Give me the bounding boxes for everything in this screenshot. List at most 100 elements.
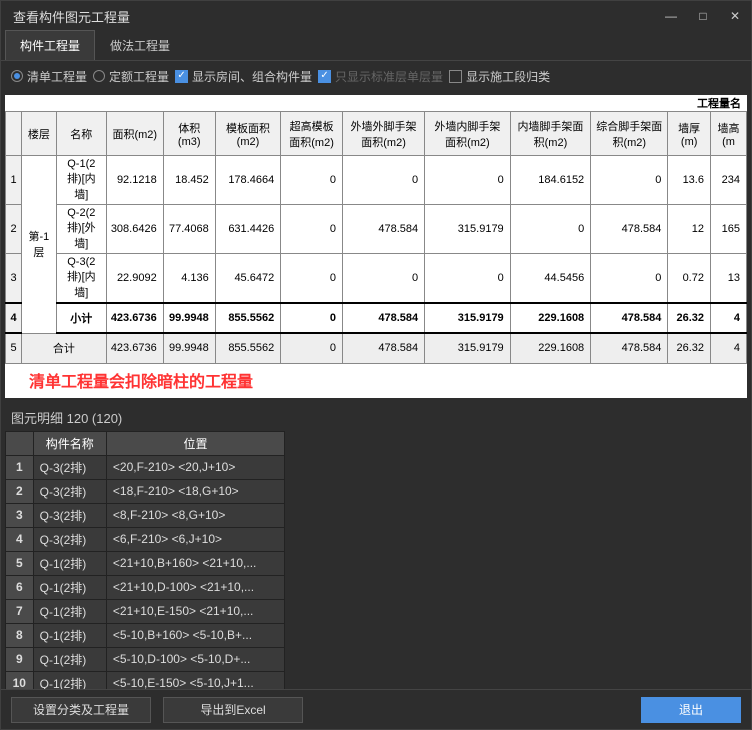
detail-row[interactable]: 1Q-3(2排)<20,F-210> <20,J+10> (6, 455, 285, 479)
val-cell: 77.4068 (163, 205, 215, 254)
val-cell: 0 (425, 254, 511, 304)
val-cell: 13.6 (668, 156, 711, 205)
row-num: 7 (6, 599, 34, 623)
detail-row[interactable]: 2Q-3(2排)<18,F-210> <18,G+10> (6, 479, 285, 503)
checkbox-show-section[interactable]: 显示施工段归类 (449, 68, 550, 85)
val-cell: 45.6472 (215, 254, 280, 304)
pos-cell: <21+10,E-150> <21+10,... (106, 599, 284, 623)
check-icon: ✓ (175, 70, 188, 83)
subtotal-row[interactable]: 4小计423.673699.9948855.55620478.584315.91… (6, 303, 747, 333)
detail-row[interactable]: 8Q-1(2排)<5-10,B+160> <5-10,B+... (6, 623, 285, 647)
val-cell: 308.6426 (106, 205, 163, 254)
name-cell: Q-3(2排)[内墙] (56, 254, 106, 304)
table-row[interactable]: 3Q-3(2排)[内墙]22.90924.13645.647200044.545… (6, 254, 747, 304)
check-icon: ✓ (318, 70, 331, 83)
val-cell: 0.72 (668, 254, 711, 304)
val-cell: 0 (510, 205, 591, 254)
exit-button[interactable]: 退出 (641, 697, 741, 723)
floor-cell: 第-1层 (22, 156, 57, 334)
name-cell: Q-1(2排) (33, 599, 106, 623)
row-num: 8 (6, 623, 34, 647)
val-cell: 0 (281, 205, 343, 254)
val-cell: 184.6152 (510, 156, 591, 205)
row-num: 6 (6, 575, 34, 599)
pos-cell: <5-10,E-150> <5-10,J+1... (106, 671, 284, 689)
export-excel-button[interactable]: 导出到Excel (163, 697, 303, 723)
col-thick: 墙厚(m) (668, 112, 711, 156)
row-num: 1 (6, 455, 34, 479)
title-bar: 查看构件图元工程量 ― □ ✕ (1, 1, 751, 31)
col-comb: 综合脚手架面积(m2) (591, 112, 668, 156)
detail-row[interactable]: 5Q-1(2排)<21+10,B+160> <21+10,... (6, 551, 285, 575)
total-row[interactable]: 5合计423.673699.9948855.55620478.584315.91… (6, 333, 747, 363)
val-cell: 12 (668, 205, 711, 254)
val-cell: 92.1218 (106, 156, 163, 205)
minimize-button[interactable]: ― (663, 8, 679, 24)
col-floor: 楼层 (22, 112, 57, 156)
col-name: 构件名称 (33, 431, 106, 455)
val-cell: 0 (342, 156, 424, 205)
tab-method-qty[interactable]: 做法工程量 (95, 30, 185, 60)
val-cell: 0 (281, 254, 343, 304)
name-cell: Q-1(2排) (33, 623, 106, 647)
checkbox-show-room[interactable]: ✓ 显示房间、组合构件量 (175, 68, 312, 85)
detail-row[interactable]: 9Q-1(2排)<5-10,D-100> <5-10,D+... (6, 647, 285, 671)
name-cell: 小计 (56, 303, 106, 333)
checkbox-show-std: ✓ 只显示标准层单层量 (318, 68, 443, 85)
upper-table-pane: 工程量名 楼层 名称 面积(m2) 体积(m3) 模板面积(m2) 超高模板面积… (5, 95, 747, 398)
name-cell: Q-3(2排) (33, 503, 106, 527)
pos-cell: <21+10,B+160> <21+10,... (106, 551, 284, 575)
val-cell: 165 (710, 205, 746, 254)
close-button[interactable]: ✕ (727, 8, 743, 24)
radio-quota-qty[interactable]: 定额工程量 (93, 68, 169, 85)
col-rownum (6, 431, 34, 455)
detail-row[interactable]: 6Q-1(2排)<21+10,D-100> <21+10,... (6, 575, 285, 599)
name-cell: Q-3(2排) (33, 479, 106, 503)
row-num: 4 (6, 527, 34, 551)
check-icon (449, 70, 462, 83)
toolbar: 清单工程量 定额工程量 ✓ 显示房间、组合构件量 ✓ 只显示标准层单层量 显示施… (1, 61, 751, 91)
col-ext: 外墙外脚手架面积(m2) (342, 112, 424, 156)
name-cell: Q-2(2排)[外墙] (56, 205, 106, 254)
row-num-header (6, 112, 22, 156)
window-title: 查看构件图元工程量 (9, 7, 663, 26)
detail-table-pane: 构件名称 位置 1Q-3(2排)<20,F-210> <20,J+10>2Q-3… (5, 431, 747, 690)
window-controls: ― □ ✕ (663, 8, 743, 24)
name-cell: Q-3(2排) (33, 527, 106, 551)
col-tpl: 模板面积(m2) (215, 112, 280, 156)
col-vol: 体积(m3) (163, 112, 215, 156)
table-row[interactable]: 2Q-2(2排)[外墙]308.642677.4068631.44260478.… (6, 205, 747, 254)
row-num: 2 (6, 205, 22, 254)
tab-component-qty[interactable]: 构件工程量 (5, 30, 95, 60)
classify-button[interactable]: 设置分类及工程量 (11, 697, 151, 723)
bottom-bar: 设置分类及工程量 导出到Excel 退出 (1, 689, 751, 729)
detail-row[interactable]: 10Q-1(2排)<5-10,E-150> <5-10,J+1... (6, 671, 285, 689)
name-cell: Q-3(2排) (33, 455, 106, 479)
val-cell: 0 (591, 254, 668, 304)
maximize-button[interactable]: □ (695, 8, 711, 24)
name-cell: Q-1(2排) (33, 551, 106, 575)
val-cell: 22.9092 (106, 254, 163, 304)
row-num: 10 (6, 671, 34, 689)
val-cell: 234 (710, 156, 746, 205)
row-num: 5 (6, 551, 34, 575)
pos-cell: <5-10,D-100> <5-10,D+... (106, 647, 284, 671)
val-cell: 0 (591, 156, 668, 205)
val-cell: 4.136 (163, 254, 215, 304)
radio-list-qty[interactable]: 清单工程量 (11, 68, 87, 85)
val-cell: 0 (342, 254, 424, 304)
table-row[interactable]: 1第-1层Q-1(2排)[内墙]92.121818.452178.4664000… (6, 156, 747, 205)
detail-row[interactable]: 3Q-3(2排)<8,F-210> <8,G+10> (6, 503, 285, 527)
detail-row[interactable]: 4Q-3(2排)<6,F-210> <6,J+10> (6, 527, 285, 551)
name-cell: 合计 (22, 333, 107, 363)
name-cell: Q-1(2排) (33, 575, 106, 599)
col-inner: 内墙脚手架面积(m2) (510, 112, 591, 156)
name-cell: Q-1(2排) (33, 671, 106, 689)
col-over: 超高模板面积(m2) (281, 112, 343, 156)
pos-cell: <20,F-210> <20,J+10> (106, 455, 284, 479)
col-area: 面积(m2) (106, 112, 163, 156)
detail-row[interactable]: 7Q-1(2排)<21+10,E-150> <21+10,... (6, 599, 285, 623)
tab-bar: 构件工程量 做法工程量 (1, 31, 751, 61)
val-cell: 631.4426 (215, 205, 280, 254)
radio-dot-icon (93, 70, 105, 82)
